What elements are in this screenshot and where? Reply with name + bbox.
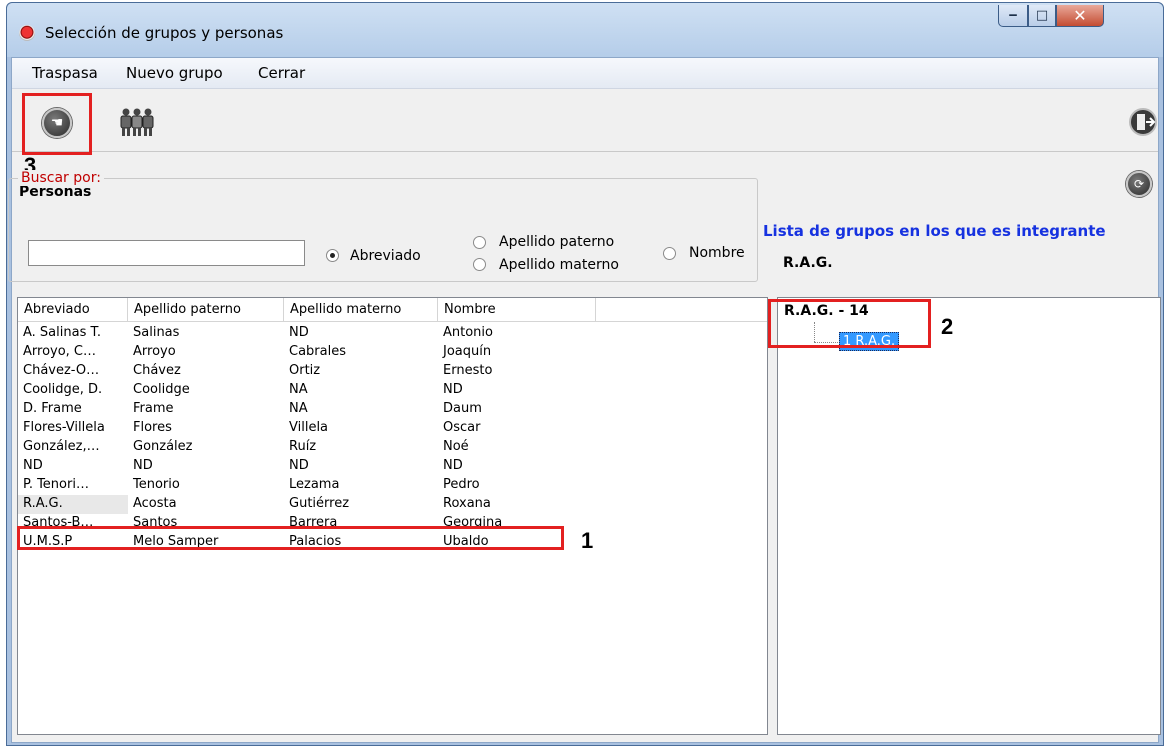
table-cell: Chávez-O… (23, 363, 100, 378)
table-cell: Lezama (289, 477, 340, 492)
table-cell: Ernesto (443, 363, 493, 378)
table-cell: Joaquín (443, 344, 492, 359)
radio-apellido-paterno[interactable] (473, 236, 486, 249)
radio-nombre-label: Nombre (689, 245, 745, 261)
table-row[interactable]: Flores-Villela Flores Villela Oscar (18, 419, 596, 438)
table-cell: Pedro (443, 477, 480, 492)
toolbar: ☚ (12, 89, 1158, 152)
col-empty (596, 298, 767, 322)
search-legend: Buscar por: (18, 170, 104, 186)
app-bug-icon (19, 25, 35, 41)
table-cell: Antonio (443, 325, 493, 340)
table-cell: ND (23, 458, 43, 473)
groups-tree[interactable]: R.A.G. - 14 1 R.A.G. (777, 297, 1161, 735)
radio-abreviado[interactable] (326, 249, 339, 262)
search-input[interactable] (28, 240, 305, 266)
table-cell: Gutiérrez (289, 496, 350, 511)
table-cell: Flores (133, 420, 172, 435)
table-row[interactable]: Coolidge, D. Coolidge NA ND (18, 381, 596, 400)
table-row[interactable]: A. Salinas T. Salinas ND Antonio (18, 324, 596, 343)
radio-apellido-materno[interactable] (473, 258, 486, 271)
table-cell: ND (133, 458, 153, 473)
radio-abreviado-label: Abreviado (350, 248, 421, 264)
table-row[interactable]: González,… González Ruíz Noé (18, 438, 596, 457)
table-cell: Arroyo (133, 344, 176, 359)
table-cell: NA (289, 382, 308, 397)
table-cell: Coolidge, D. (23, 382, 103, 397)
table-row[interactable]: Arroyo, C… Arroyo Cabrales Joaquín (18, 343, 596, 362)
annotation-number-2: 2 (941, 314, 954, 339)
minimize-button[interactable]: ‒ (998, 5, 1028, 27)
table-cell: Oscar (443, 420, 481, 435)
table-cell: Frame (133, 401, 174, 416)
exit-button[interactable] (1129, 107, 1157, 137)
menu-nuevo-grupo[interactable]: Nuevo grupo (126, 64, 223, 82)
people-icon (120, 108, 154, 136)
menu-cerrar[interactable]: Cerrar (258, 64, 305, 82)
table-cell: P. Tenori… (23, 477, 89, 492)
table-body: A. Salinas T. Salinas ND Antonio Arroyo, C… A… (18, 324, 596, 552)
table-cell: ND (289, 458, 309, 473)
table-cell: Ruíz (289, 439, 317, 454)
table-cell: R.A.G. (18, 495, 128, 514)
table-row[interactable]: R.A.G. Acosta Gutiérrez Roxana (18, 495, 596, 514)
window-title: Selección de grupos y personas (45, 24, 284, 42)
menu-traspasa[interactable]: Traspasa (32, 64, 98, 82)
radio-apellido-materno-label: Apellido materno (499, 257, 619, 273)
table-cell: Ortiz (289, 363, 321, 378)
table-header: Abreviado Apellido paterno Apellido mate… (18, 298, 767, 322)
table-cell: Coolidge (133, 382, 190, 397)
table-row[interactable]: Chávez-O… Chávez Ortiz Ernesto (18, 362, 596, 381)
table-cell: Salinas (133, 325, 180, 340)
table-cell: Tenorio (133, 477, 180, 492)
annotation-number-1: 1 (581, 528, 594, 553)
close-button[interactable]: ✕ (1056, 5, 1104, 27)
table-cell: González,… (23, 439, 100, 454)
col-apellido-materno[interactable]: Apellido materno (284, 298, 438, 322)
table-row[interactable]: D. Frame Frame NA Daum (18, 400, 596, 419)
table-cell: Flores-Villela (23, 420, 105, 435)
table-cell: NA (289, 401, 308, 416)
table-cell: Arroyo, C… (23, 344, 97, 359)
annotation-box-1 (17, 526, 564, 550)
table-cell: ND (443, 458, 463, 473)
table-cell: Noé (443, 439, 469, 454)
refresh-icon[interactable]: ⟳ (1126, 171, 1152, 197)
new-group-button[interactable] (117, 107, 157, 137)
table-cell: D. Frame (23, 401, 82, 416)
table-cell: ND (443, 382, 463, 397)
table-cell: González (133, 439, 193, 454)
table-cell: Acosta (133, 496, 177, 511)
radio-apellido-paterno-label: Apellido paterno (499, 234, 615, 250)
selected-person-label: R.A.G. (783, 255, 833, 271)
radio-nombre[interactable] (663, 247, 676, 260)
table-cell: Cabrales (289, 344, 346, 359)
title-bar[interactable]: Selección de grupos y personas ‒ □ ✕ (7, 3, 1163, 57)
exit-door-icon (1129, 108, 1157, 136)
maximize-button[interactable]: □ (1028, 5, 1056, 27)
col-abreviado[interactable]: Abreviado (18, 298, 128, 322)
col-nombre[interactable]: Nombre (438, 298, 596, 322)
table-cell: A. Salinas T. (23, 325, 102, 340)
table-cell: Daum (443, 401, 482, 416)
menu-bar: Traspasa Nuevo grupo Cerrar (12, 58, 1158, 89)
table-row[interactable]: ND ND ND ND (18, 457, 596, 476)
table-cell: Chávez (133, 363, 181, 378)
groups-list-title: Lista de grupos en los que es integrante (763, 222, 1106, 240)
annotation-box-3 (22, 93, 92, 155)
table-cell: ND (289, 325, 309, 340)
table-row[interactable]: P. Tenori… Tenorio Lezama Pedro (18, 476, 596, 495)
annotation-box-2 (768, 299, 931, 348)
col-apellido-paterno[interactable]: Apellido paterno (128, 298, 284, 322)
persons-table[interactable]: Abreviado Apellido paterno Apellido mate… (17, 297, 768, 735)
table-cell: Villela (289, 420, 329, 435)
table-cell: Roxana (443, 496, 491, 511)
